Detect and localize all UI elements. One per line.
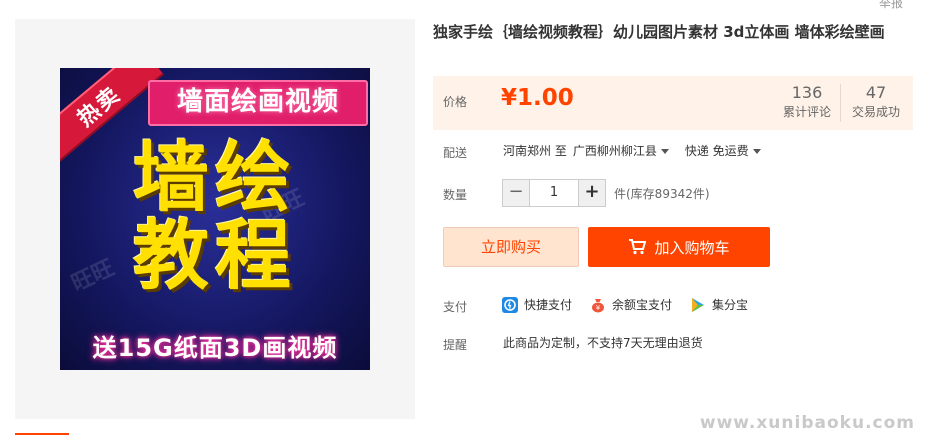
reviews-label: 累计评论: [782, 105, 831, 119]
reviews-count: 136: [791, 83, 823, 102]
jifenbao-icon: [692, 297, 705, 312]
money-bag-icon: ¥: [592, 298, 605, 312]
quantity-increase-button[interactable]: +: [579, 180, 605, 206]
svg-text:¥: ¥: [596, 304, 601, 312]
shipping-method: 快递 免运费: [684, 144, 749, 158]
chevron-down-icon: [660, 149, 669, 154]
payment-method-label: 集分宝: [712, 298, 749, 312]
quantity-stepper: − 1 +: [502, 179, 606, 207]
sold-stat: 47 交易成功: [845, 83, 907, 121]
image-big-text: 墙绘: [133, 133, 297, 222]
quantity-label: 数量: [443, 188, 468, 202]
shipping-destination: 广西柳州柳江县: [572, 144, 657, 158]
stock-text: 件(库存89342件): [614, 187, 710, 201]
image-big-text: 教程: [133, 211, 297, 300]
price-value: ¥1.00: [501, 85, 574, 111]
reviews-stat[interactable]: 136 累计评论: [777, 83, 837, 121]
quantity-input[interactable]: 1: [529, 180, 579, 206]
stat-divider: [840, 84, 841, 122]
price-panel: 价格 ¥1.00 136 累计评论 47 交易成功: [433, 76, 913, 130]
quickpay-icon: [502, 296, 518, 313]
product-title: 独家手绘｛墙绘视频教程｝幼儿园图片素材 3d立体画 墙体彩绘壁画: [433, 23, 885, 41]
product-gallery: 旺旺 旺旺 热卖 墙面绘画视频 墙绘 教程 送15G纸面3D画视频: [15, 19, 415, 419]
shipping-label: 配送: [443, 146, 468, 160]
payment-method-quickpay: 快捷支付: [502, 296, 572, 313]
sold-count: 47: [865, 83, 887, 102]
product-main-image[interactable]: 旺旺 旺旺 热卖 墙面绘画视频 墙绘 教程 送15G纸面3D画视频: [60, 68, 370, 370]
payment-method-label: 余额宝支付: [612, 298, 673, 312]
add-to-cart-button[interactable]: 加入购物车: [588, 227, 770, 267]
payment-methods: 快捷支付 ¥ 余额宝支付 集分宝: [502, 296, 748, 313]
shipping-method-select[interactable]: 快递 免运费: [685, 142, 761, 159]
report-link[interactable]: 举报: [879, 0, 903, 11]
site-watermark: www.xunibaoku.com: [699, 413, 915, 433]
image-bottom-banner: 送15G纸面3D画视频: [92, 334, 338, 362]
shipping-destination-select[interactable]: 广西柳州柳江县: [573, 142, 669, 159]
buy-now-button[interactable]: 立即购买: [443, 227, 579, 267]
image-top-banner: 墙面绘画视频: [148, 80, 368, 126]
payment-method-jifenbao: 集分宝: [690, 296, 748, 313]
tab-underline: [15, 433, 69, 435]
notice-text: 此商品为定制，不支持7天无理由退货: [503, 336, 703, 350]
shipping-from: 河南郑州 至: [503, 144, 567, 158]
sold-label: 交易成功: [851, 105, 900, 119]
notice-label: 提醒: [443, 338, 468, 352]
add-to-cart-label: 加入购物车: [654, 238, 730, 257]
payment-method-label: 快捷支付: [524, 298, 573, 312]
chevron-down-icon: [752, 149, 761, 154]
payment-label: 支付: [443, 300, 468, 314]
quantity-decrease-button[interactable]: −: [503, 180, 529, 206]
price-label: 价格: [443, 95, 468, 109]
payment-method-yuebao: ¥ 余额宝支付: [590, 296, 672, 313]
shipping-row: 河南郑州 至 广西柳州柳江县 快递 免运费: [503, 142, 761, 159]
cart-icon: [629, 239, 647, 255]
